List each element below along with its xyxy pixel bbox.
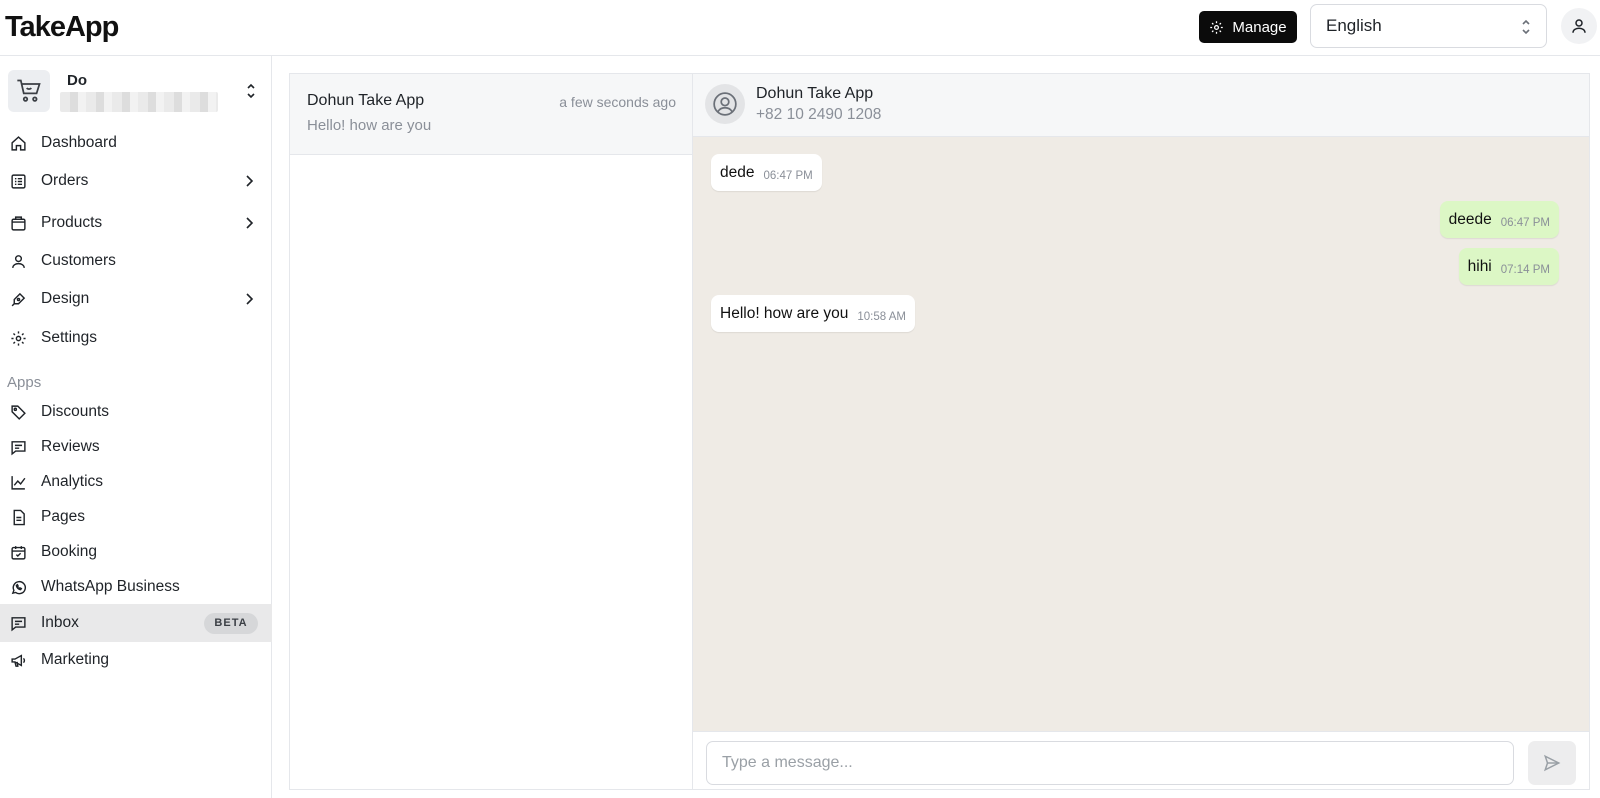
tag-icon: [11, 404, 26, 420]
home-icon: [11, 135, 26, 151]
design-icon: [11, 292, 26, 306]
manage-label: Manage: [1232, 18, 1287, 36]
beta-badge: BETA: [204, 612, 258, 634]
message-text: dede: [720, 163, 755, 181]
conversation-preview: Hello! how are you: [307, 117, 432, 134]
nav-label: Reviews: [41, 438, 100, 455]
message-text: Hello! how are you: [720, 304, 849, 322]
nav-inbox[interactable]: Inbox BETA: [0, 604, 272, 642]
nav-booking[interactable]: Booking: [0, 534, 272, 570]
user-icon: [1572, 19, 1586, 33]
nav-dashboard[interactable]: Dashboard: [0, 125, 272, 161]
store-subtitle-redacted: [60, 92, 218, 112]
analytics-icon: [11, 475, 26, 490]
send-button[interactable]: [1528, 741, 1576, 785]
message-incoming: Hello! how are you 10:58 AM: [711, 295, 915, 332]
sidebar: Do Dashboard Orders Products Customers D…: [0, 56, 272, 798]
conversation-list: Dohun Take App a few seconds ago Hello! …: [289, 73, 693, 790]
message-time: 10:58 AM: [857, 310, 906, 323]
contact-phone: +82 10 2490 1208: [756, 106, 882, 123]
message-time: 06:47 PM: [763, 169, 813, 182]
message-incoming: dede 06:47 PM: [711, 154, 822, 191]
nav-label: Discounts: [41, 403, 110, 420]
cart-icon: [17, 79, 41, 102]
message-time: 06:47 PM: [1500, 216, 1550, 229]
message-area[interactable]: dede 06:47 PM deede 06:47 PM hihi 07:14 …: [693, 137, 1589, 731]
manage-button[interactable]: Manage: [1199, 11, 1297, 43]
nav-reviews[interactable]: Reviews: [0, 429, 272, 465]
nav-label: Design: [41, 290, 90, 307]
takeapp-logo[interactable]: TakeApp: [5, 11, 119, 44]
nav-label: Marketing: [41, 651, 110, 668]
message-text: deede: [1448, 210, 1492, 228]
nav-label: Pages: [41, 508, 85, 525]
message-input[interactable]: [706, 741, 1514, 785]
nav-customers[interactable]: Customers: [0, 243, 272, 279]
nav-whatsapp-business[interactable]: WhatsApp Business: [0, 569, 272, 605]
inbox-icon: [11, 616, 26, 631]
conversation-time: a few seconds ago: [559, 94, 676, 110]
nav-label: Booking: [41, 543, 98, 560]
language-value: English: [1326, 16, 1382, 35]
message-outgoing: deede 06:47 PM: [1439, 201, 1559, 238]
nav-label: Orders: [41, 172, 89, 189]
nav-label: Dashboard: [41, 134, 117, 151]
nav-pages[interactable]: Pages: [0, 499, 272, 535]
gear-icon: [1210, 20, 1224, 34]
conversation-item[interactable]: Dohun Take App a few seconds ago Hello! …: [290, 74, 693, 155]
conversation-name: Dohun Take App: [307, 92, 425, 109]
contact-name: Dohun Take App: [756, 85, 874, 102]
nav-label: Products: [41, 214, 103, 231]
gear-icon: [11, 330, 26, 346]
products-icon: [11, 215, 26, 231]
message-outgoing: hihi 07:14 PM: [1458, 248, 1559, 285]
store-avatar: [8, 70, 50, 112]
user-menu-button[interactable]: [1561, 8, 1597, 44]
language-select[interactable]: English: [1310, 4, 1547, 48]
megaphone-icon: [11, 653, 26, 667]
chevron-right-icon: [246, 217, 254, 229]
nav-settings[interactable]: Settings: [0, 320, 272, 356]
customers-icon: [12, 254, 25, 268]
chevron-up-down-icon: [1522, 19, 1530, 35]
nav-products[interactable]: Products: [0, 205, 272, 241]
user-circle-icon: [713, 92, 737, 116]
whatsapp-icon: [11, 580, 27, 594]
apps-section-label: Apps: [7, 374, 42, 391]
store-name: Do: [67, 72, 87, 89]
nav-label: Settings: [41, 329, 98, 346]
contact-avatar: [705, 84, 745, 124]
top-bar: TakeApp Manage English: [0, 0, 1600, 56]
store-switcher[interactable]: Do: [8, 70, 264, 118]
chat-header: Dohun Take App +82 10 2490 1208: [693, 74, 1589, 137]
chevron-right-icon: [246, 293, 254, 305]
nav-label: WhatsApp Business: [41, 578, 180, 595]
pages-icon: [13, 509, 25, 525]
message-composer: [693, 731, 1589, 789]
nav-design[interactable]: Design: [0, 281, 272, 317]
nav-label: Analytics: [41, 473, 104, 490]
orders-icon: [11, 173, 26, 189]
calendar-icon: [11, 545, 26, 560]
chat-panel: Dohun Take App +82 10 2490 1208 dede 06:…: [692, 73, 1590, 790]
reviews-icon: [11, 440, 26, 455]
chevron-right-icon: [246, 175, 254, 187]
nav-label: Customers: [41, 252, 116, 269]
send-icon: [1543, 754, 1561, 772]
nav-marketing[interactable]: Marketing: [0, 642, 272, 678]
nav-label: Inbox: [41, 614, 79, 631]
nav-orders[interactable]: Orders: [0, 163, 272, 199]
nav-discounts[interactable]: Discounts: [0, 394, 272, 430]
nav-analytics[interactable]: Analytics: [0, 464, 272, 500]
chevron-up-down-icon: [247, 83, 255, 99]
message-time: 07:14 PM: [1500, 263, 1550, 276]
message-text: hihi: [1467, 257, 1492, 275]
